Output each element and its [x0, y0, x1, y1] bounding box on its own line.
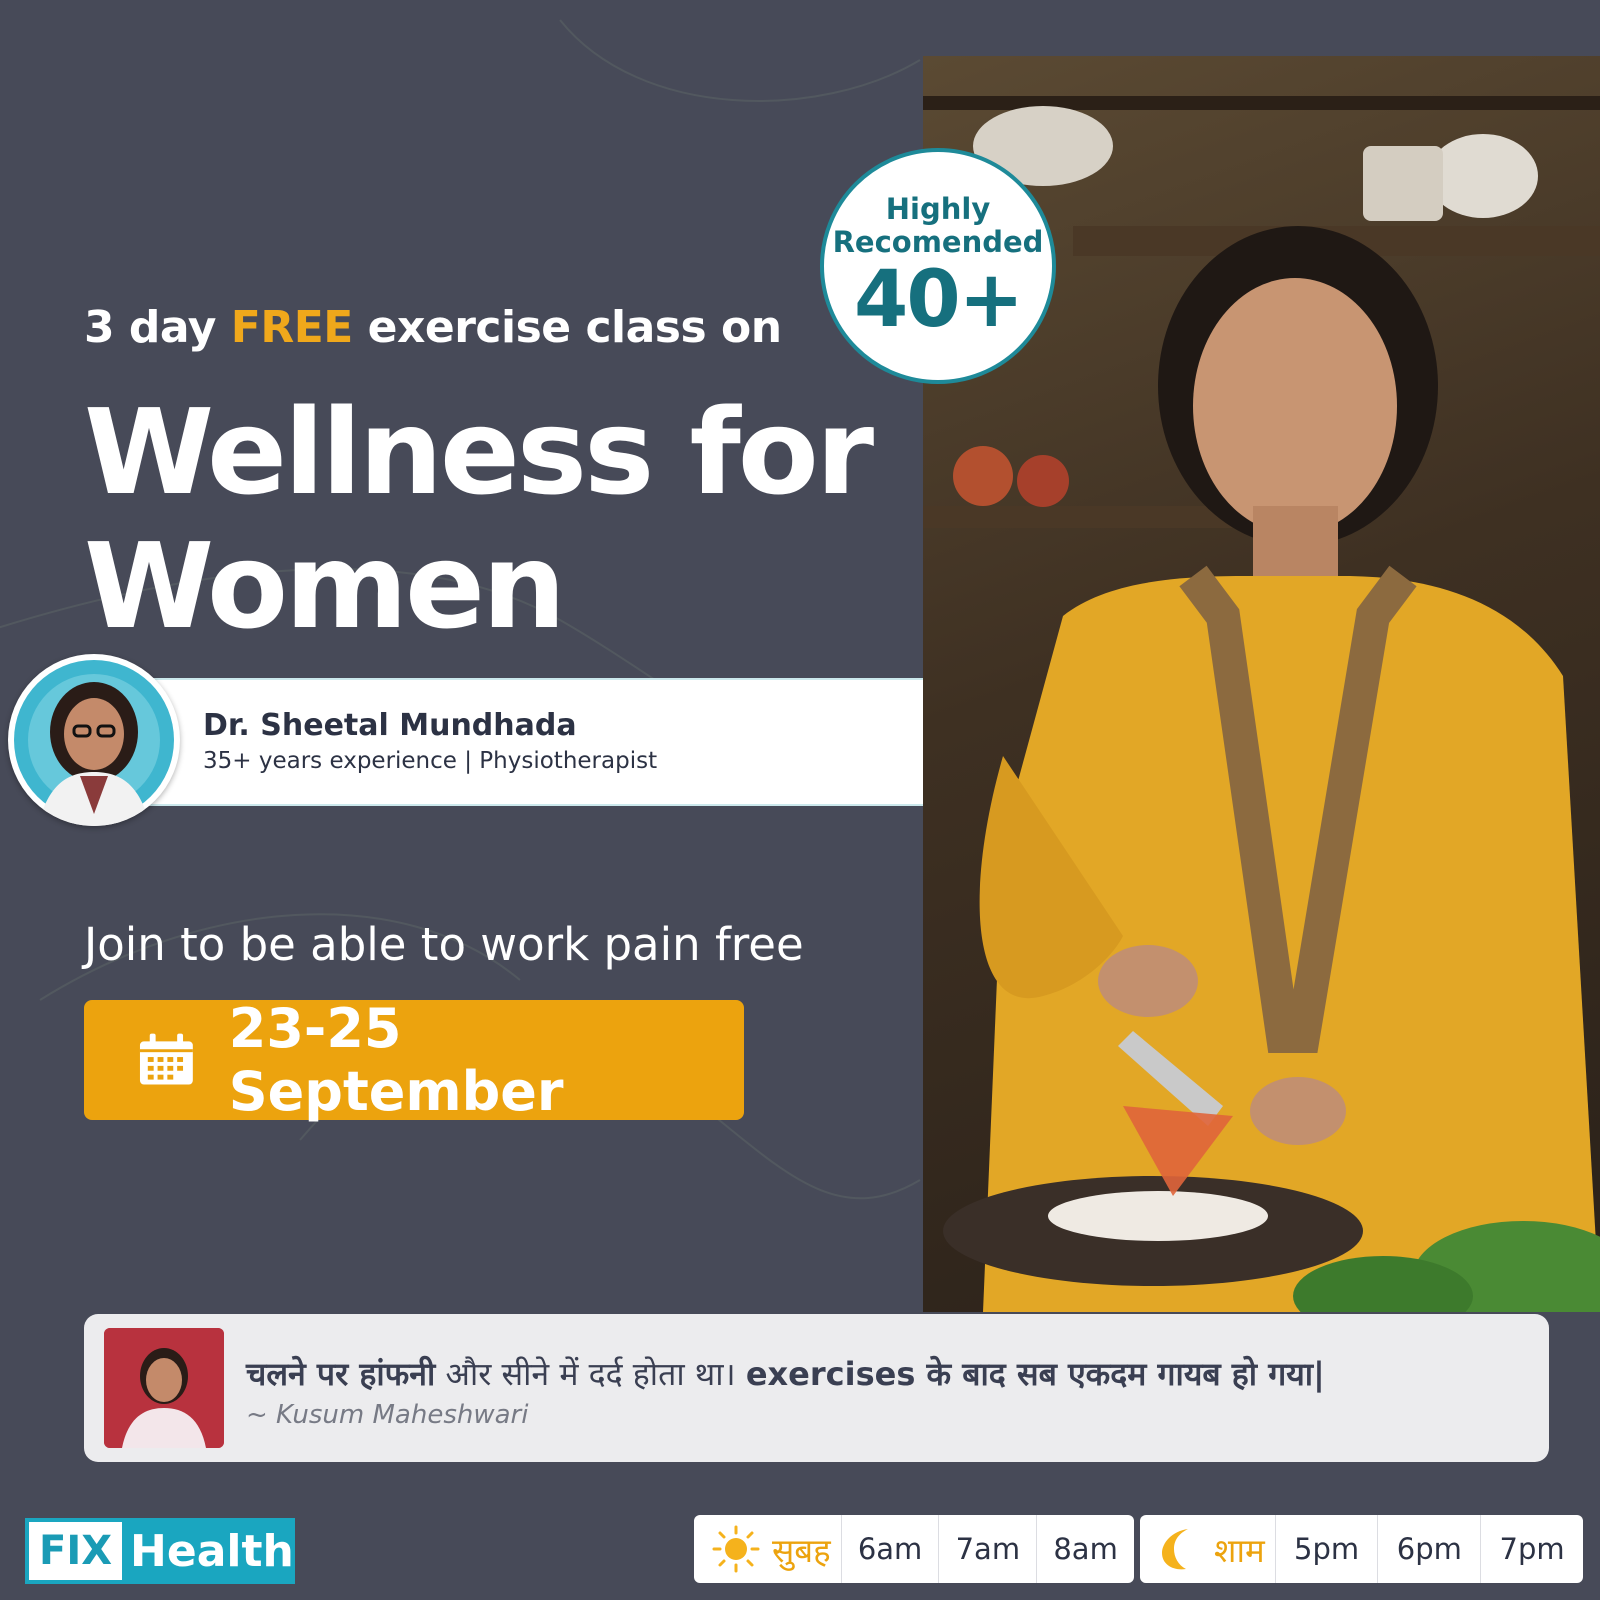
testimonial-card: चलने पर हांफनी और सीने में दर्द होता था।… — [84, 1314, 1549, 1462]
badge-line1: Highly — [885, 192, 991, 226]
title-line2: Women — [84, 517, 566, 655]
doctor-name: Dr. Sheetal Mundhada — [203, 708, 577, 743]
sun-icon — [712, 1525, 760, 1573]
morning-slot-2[interactable]: 7am — [938, 1515, 1036, 1583]
evening-slot-2[interactable]: 6pm — [1377, 1515, 1480, 1583]
recommended-badge: Highly Recomended 40+ — [820, 148, 1056, 384]
morning-header: सुबह — [694, 1515, 841, 1583]
fix-health-logo: FIX Health — [25, 1518, 295, 1584]
testimonial-portrait-icon — [104, 1328, 224, 1448]
morning-slot-1[interactable]: 6am — [840, 1515, 939, 1583]
calendar-icon — [139, 1033, 193, 1085]
sub-headline-prefix: 3 day — [84, 302, 231, 353]
quote-regular: और सीने में दर्द होता था। — [435, 1355, 746, 1393]
title-line1: Wellness for — [84, 383, 874, 521]
free-highlight: FREE — [230, 302, 354, 353]
tagline: Join to be able to work pain free — [84, 918, 804, 971]
morning-slot-3[interactable]: 8am — [1036, 1515, 1134, 1583]
evening-slots: शाम 5pm 6pm 7pm — [1140, 1515, 1583, 1583]
logo-fix: FIX — [29, 1522, 123, 1580]
sub-headline: 3 day FREE exercise class on — [84, 302, 782, 353]
quote-bold-1: चलने पर हांफनी — [246, 1355, 436, 1393]
evening-label: शाम — [1214, 1530, 1265, 1570]
badge-value: 40+ — [854, 255, 1024, 345]
moon-icon — [1162, 1529, 1188, 1570]
testimonial-quote: चलने पर हांफनी और सीने में दर्द होता था।… — [246, 1352, 1325, 1395]
page-title: Wellness for Women — [84, 383, 874, 655]
date-label: 23-25 September — [228, 997, 564, 1123]
evening-slot-3[interactable]: 7pm — [1480, 1515, 1583, 1583]
morning-label: सुबह — [772, 1530, 831, 1570]
quote-bold-2: exercises के बाद सब एकदम गायब हो गया| — [745, 1355, 1325, 1393]
testimonial-author: ~ Kusum Maheshwari — [246, 1400, 529, 1430]
date-button[interactable]: 23-25 September — [84, 997, 744, 1123]
testimonial-avatar — [104, 1328, 224, 1448]
evening-slot-1[interactable]: 5pm — [1274, 1515, 1378, 1583]
logo-health: Health — [130, 1525, 294, 1577]
evening-header: शाम — [1140, 1515, 1275, 1583]
doctor-meta: 35+ years experience | Physiotherapist — [203, 748, 658, 774]
morning-slots: सुबह 6am 7am 8am — [694, 1515, 1134, 1583]
doctor-avatar — [8, 654, 180, 826]
sub-headline-suffix: exercise class on — [352, 302, 782, 353]
doctor-portrait-icon — [14, 660, 174, 826]
